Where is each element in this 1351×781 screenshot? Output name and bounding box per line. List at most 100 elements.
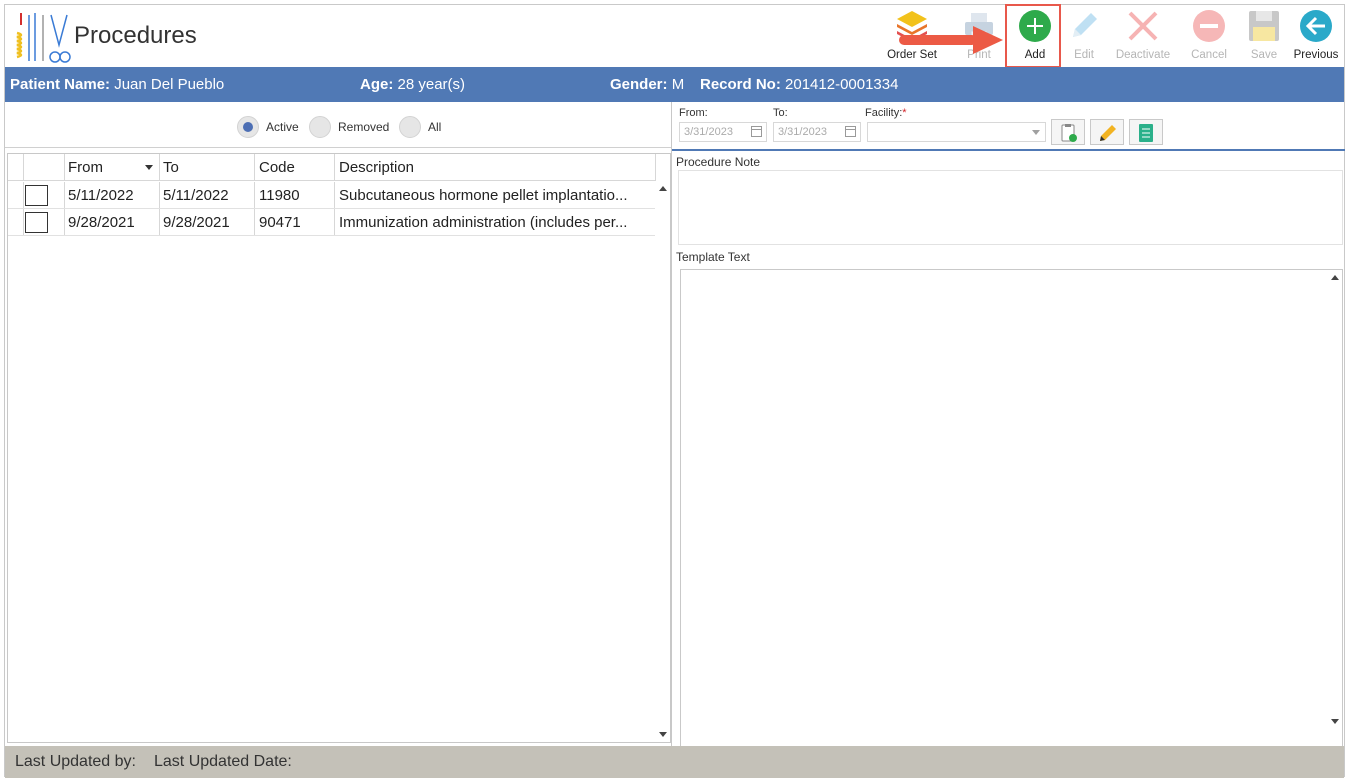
grid-header: From To Code Description <box>8 154 656 181</box>
status-filter: Active Removed All <box>5 102 671 148</box>
from-date-field[interactable]: 3/31/2023 <box>679 122 767 142</box>
radio-removed-label: Removed <box>338 120 390 134</box>
procedures-grid: From To Code Description 5/11/2022 5/11/… <box>7 153 671 743</box>
template-text-label: Template Text <box>676 250 750 264</box>
cell-description: Subcutaneous hormone pellet implantatio.… <box>335 182 656 208</box>
from-date-value: 3/31/2023 <box>684 126 733 138</box>
surgical-tools-icon <box>16 13 71 63</box>
scroll-up-icon[interactable] <box>1331 275 1339 280</box>
scroll-down-icon[interactable] <box>1331 719 1339 724</box>
facility-label-text: Facility: <box>865 107 903 119</box>
column-header-code[interactable]: Code <box>255 154 335 180</box>
last-updated-date-label: Last Updated Date: <box>154 753 292 770</box>
procedure-note-field[interactable] <box>678 170 1343 245</box>
patient-name-label: Patient Name: <box>10 76 111 93</box>
patient-info-band: Patient Name: Juan Del Pueblo Age: 28 ye… <box>5 67 1344 102</box>
last-updated-by-label: Last Updated by: <box>15 753 136 770</box>
cell-to: 9/28/2021 <box>160 209 255 235</box>
edit-label: Edit <box>1074 49 1094 61</box>
x-icon <box>1128 11 1158 41</box>
row-checkbox[interactable] <box>25 212 48 233</box>
radio-removed[interactable]: Removed <box>309 116 395 138</box>
sort-down-icon[interactable] <box>145 165 153 170</box>
checklist-button[interactable] <box>1129 119 1163 145</box>
table-row[interactable]: 9/28/2021 9/28/2021 90471 Immunization a… <box>8 209 656 236</box>
chevron-down-icon[interactable] <box>1032 130 1040 135</box>
cell-from: 5/11/2022 <box>65 182 160 208</box>
grid-scrollbar[interactable] <box>655 181 670 742</box>
column-to-label: To <box>163 159 179 176</box>
radio-all-dot[interactable] <box>399 116 421 138</box>
scroll-down-icon[interactable] <box>659 732 667 737</box>
floppy-icon <box>1249 11 1279 41</box>
row-checkbox[interactable] <box>25 185 48 206</box>
annotation-highlight <box>1005 4 1061 68</box>
cell-to-text: 9/28/2021 <box>163 214 230 231</box>
patient-record: Record No: 201412-0001334 <box>700 76 898 93</box>
save-button[interactable]: Save <box>1241 5 1287 67</box>
to-date-field[interactable]: 3/31/2023 <box>773 122 861 142</box>
to-date-label: To: <box>773 107 788 119</box>
section-divider <box>672 149 1345 151</box>
grid-indicator-column <box>8 154 24 180</box>
header: Procedures Order Set Print Add Edit Deac… <box>5 5 1344 67</box>
pencil-icon <box>1100 125 1116 141</box>
cell-code: 11980 <box>255 182 335 208</box>
column-header-from[interactable]: From <box>65 154 160 180</box>
record-value: 201412-0001334 <box>785 76 899 93</box>
cell-from-text: 5/11/2022 <box>68 187 134 204</box>
table-row[interactable]: 5/11/2022 5/11/2022 11980 Subcutaneous h… <box>8 182 656 209</box>
patient-name: Patient Name: Juan Del Pueblo <box>10 76 224 93</box>
cell-code: 90471 <box>255 209 335 235</box>
required-marker: * <box>902 107 907 119</box>
template-text-field[interactable] <box>680 269 1343 747</box>
annotation-arrow-icon <box>899 26 1003 54</box>
edit-button[interactable]: Edit <box>1063 5 1105 67</box>
calendar-icon[interactable] <box>751 126 762 137</box>
patient-gender: Gender: M <box>610 76 684 93</box>
column-description-label: Description <box>339 159 415 176</box>
cell-to-text: 5/11/2022 <box>163 187 229 204</box>
radio-active-label: Active <box>266 120 299 134</box>
minus-circle-icon <box>1193 10 1225 42</box>
radio-all-label: All <box>428 120 442 134</box>
radio-active[interactable]: Active <box>237 116 307 138</box>
deactivate-button[interactable]: Deactivate <box>1111 5 1175 67</box>
age-value: 28 year(s) <box>397 76 466 93</box>
edit-template-button[interactable] <box>1090 119 1124 145</box>
from-date-label: From: <box>679 107 708 119</box>
calendar-icon[interactable] <box>845 126 856 137</box>
grid-check-column <box>24 154 65 180</box>
facility-label: Facility:* <box>865 107 907 119</box>
cell-to: 5/11/2022 <box>160 182 255 208</box>
previous-label: Previous <box>1293 49 1339 61</box>
gender-label: Gender: <box>610 76 668 93</box>
checklist-icon <box>1139 124 1153 142</box>
deactivate-label: Deactivate <box>1115 49 1171 61</box>
procedure-note-label: Procedure Note <box>676 155 761 169</box>
procedures-window: Procedures Order Set Print Add Edit Deac… <box>4 4 1345 778</box>
row-check-cell <box>24 182 65 208</box>
column-code-label: Code <box>259 159 295 176</box>
cell-description-text: Immunization administration (includes pe… <box>339 214 628 231</box>
column-header-description[interactable]: Description <box>335 154 656 180</box>
template-scrollbar[interactable] <box>1327 270 1342 746</box>
radio-all[interactable]: All <box>399 116 449 138</box>
cell-description-text: Subcutaneous hormone pellet implantatio.… <box>339 187 628 204</box>
column-header-to[interactable]: To <box>160 154 255 180</box>
procedure-detail-pane: From: 3/31/2023 To: 3/31/2023 Facility:* <box>671 102 1345 747</box>
radio-active-dot[interactable] <box>237 116 259 138</box>
cancel-button[interactable]: Cancel <box>1183 5 1235 67</box>
cell-code-text: 90471 <box>259 214 301 231</box>
clipboard-add-icon <box>1061 124 1077 142</box>
add-template-button[interactable] <box>1051 119 1085 145</box>
radio-removed-dot[interactable] <box>309 116 331 138</box>
age-label: Age: <box>360 76 394 93</box>
facility-select[interactable] <box>867 122 1046 142</box>
column-from-label: From <box>68 159 103 176</box>
page-title: Procedures <box>74 22 197 49</box>
scroll-up-icon[interactable] <box>659 186 667 191</box>
to-date-value: 3/31/2023 <box>778 126 827 138</box>
row-indicator <box>8 182 24 208</box>
previous-button[interactable]: Previous <box>1291 5 1341 67</box>
